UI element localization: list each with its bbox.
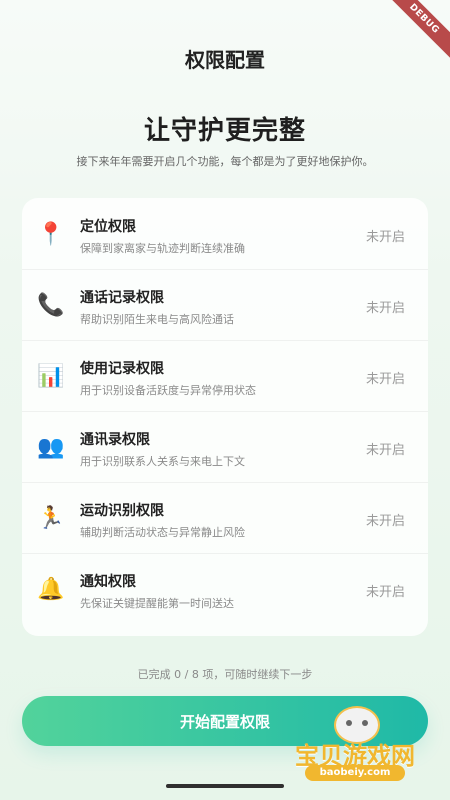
permission-item-contacts[interactable]: 👥 通讯录权限 用于识别联系人关系与来电上下文 未开启 [22,411,428,483]
permission-item-notifications[interactable]: 🔔 通知权限 先保证关键提醒能第一时间送达 未开启 [22,553,428,624]
permission-title: 通讯录权限 [80,432,150,448]
hero-title: 让守护更完整 [143,116,306,146]
contacts-icon: 👥 [37,435,65,460]
permission-description: 用于识别联系人关系与来电上下文 [80,455,245,468]
usage-chart-icon: 📊 [37,364,65,389]
start-configuration-button[interactable]: 开始配置权限 [22,696,428,746]
permission-description: 保障到家离家与轨迹判断连续准确 [80,242,245,255]
home-indicator [166,784,284,788]
page-title: 权限配置 [185,48,265,72]
hero-subtitle: 接下来年年需要开启几个功能，每个都是为了更好地保护你。 [76,155,374,168]
permission-status: 未开启 [365,514,405,529]
phone-icon: 📞 [37,293,65,318]
permission-item-motion[interactable]: 🏃 运动识别权限 辅助判断活动状态与异常静止风险 未开启 [22,482,428,554]
permission-status: 未开启 [365,585,405,600]
permission-title: 通话记录权限 [80,290,164,306]
permission-description: 先保证关键提醒能第一时间送达 [80,597,234,610]
running-icon: 🏃 [37,506,65,531]
permission-title: 运动识别权限 [80,503,164,519]
permission-status: 未开启 [365,372,405,387]
permission-title: 使用记录权限 [80,361,164,377]
permission-title: 通知权限 [80,574,136,590]
permission-title: 定位权限 [80,219,136,235]
permission-item-usage[interactable]: 📊 使用记录权限 用于识别设备活跃度与异常停用状态 未开启 [22,340,428,412]
permission-description: 帮助识别陌生来电与高风险通话 [80,313,234,326]
progress-text: 已完成 0 / 8 项，可随时继续下一步 [137,668,313,681]
permission-description: 辅助判断活动状态与异常静止风险 [80,526,245,539]
permission-status: 未开启 [365,230,405,245]
permission-card: 📍 定位权限 保障到家离家与轨迹判断连续准确 未开启 📞 通话记录权限 帮助识别… [22,198,428,636]
permission-item-call-log[interactable]: 📞 通话记录权限 帮助识别陌生来电与高风险通话 未开启 [22,269,428,341]
location-pin-icon: 📍 [37,222,65,247]
permission-item-location[interactable]: 📍 定位权限 保障到家离家与轨迹判断连续准确 未开启 [22,198,428,270]
permission-status: 未开启 [365,443,405,458]
watermark-url: baobeiy.com [305,765,405,781]
permission-status: 未开启 [365,301,405,316]
permission-description: 用于识别设备活跃度与异常停用状态 [80,384,256,397]
bell-icon: 🔔 [37,577,65,602]
